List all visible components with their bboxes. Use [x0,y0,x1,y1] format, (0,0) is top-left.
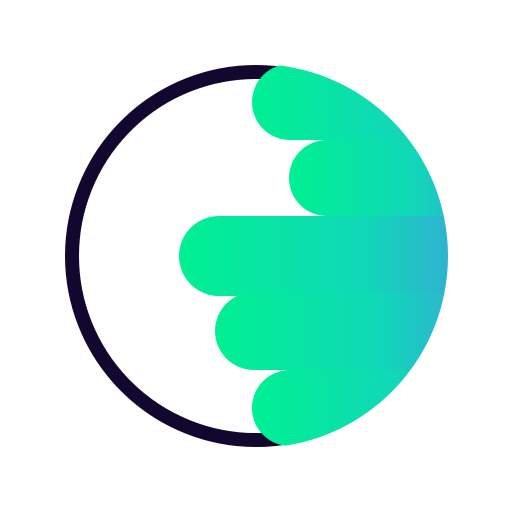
logo-bar-4 [215,292,448,370]
logo-bar-5 [252,370,448,446]
logo-bar-3 [179,216,448,296]
logo-bars [179,64,448,446]
logo-mark [65,64,448,447]
logo-bar-2 [289,140,448,216]
logo-bar-1 [252,64,448,140]
app-logo [0,0,512,512]
